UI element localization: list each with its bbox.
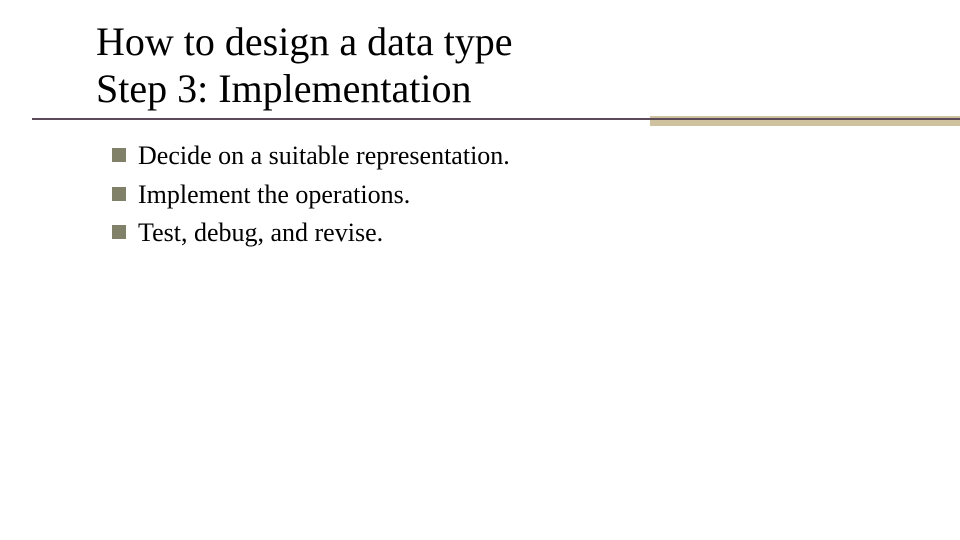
slide-title: How to design a data type Step 3: Implem… — [96, 18, 513, 112]
rule-dark — [32, 118, 960, 120]
title-line-2: Step 3: Implementation — [96, 65, 513, 112]
slide: How to design a data type Step 3: Implem… — [0, 0, 960, 540]
title-line-1: How to design a data type — [96, 18, 513, 65]
list-item: Test, debug, and revise. — [112, 217, 872, 250]
square-bullet-icon — [112, 148, 126, 162]
list-item-text: Test, debug, and revise. — [138, 217, 383, 250]
list-item-text: Decide on a suitable representation. — [138, 140, 510, 173]
square-bullet-icon — [112, 187, 126, 201]
list-item: Implement the operations. — [112, 179, 872, 212]
title-rule — [0, 116, 960, 128]
square-bullet-icon — [112, 225, 126, 239]
bullet-list: Decide on a suitable representation. Imp… — [112, 140, 872, 256]
list-item: Decide on a suitable representation. — [112, 140, 872, 173]
list-item-text: Implement the operations. — [138, 179, 410, 212]
